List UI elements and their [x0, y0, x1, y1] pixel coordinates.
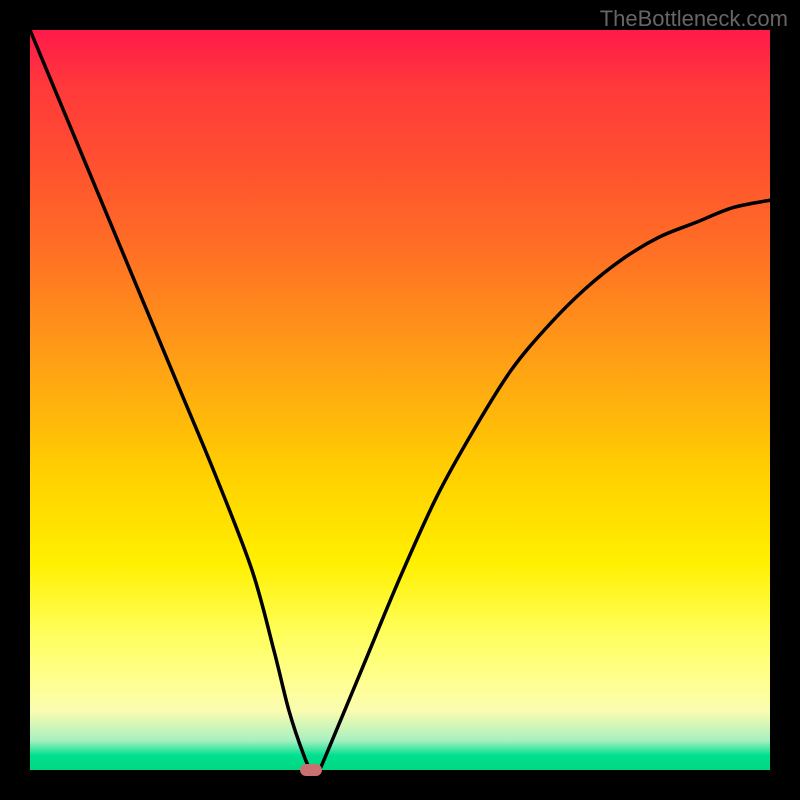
bottleneck-curve-svg — [30, 30, 770, 770]
minimum-marker — [300, 764, 322, 776]
bottleneck-curve — [30, 30, 770, 770]
plot-background — [30, 30, 770, 770]
watermark-text: TheBottleneck.com — [600, 6, 788, 32]
